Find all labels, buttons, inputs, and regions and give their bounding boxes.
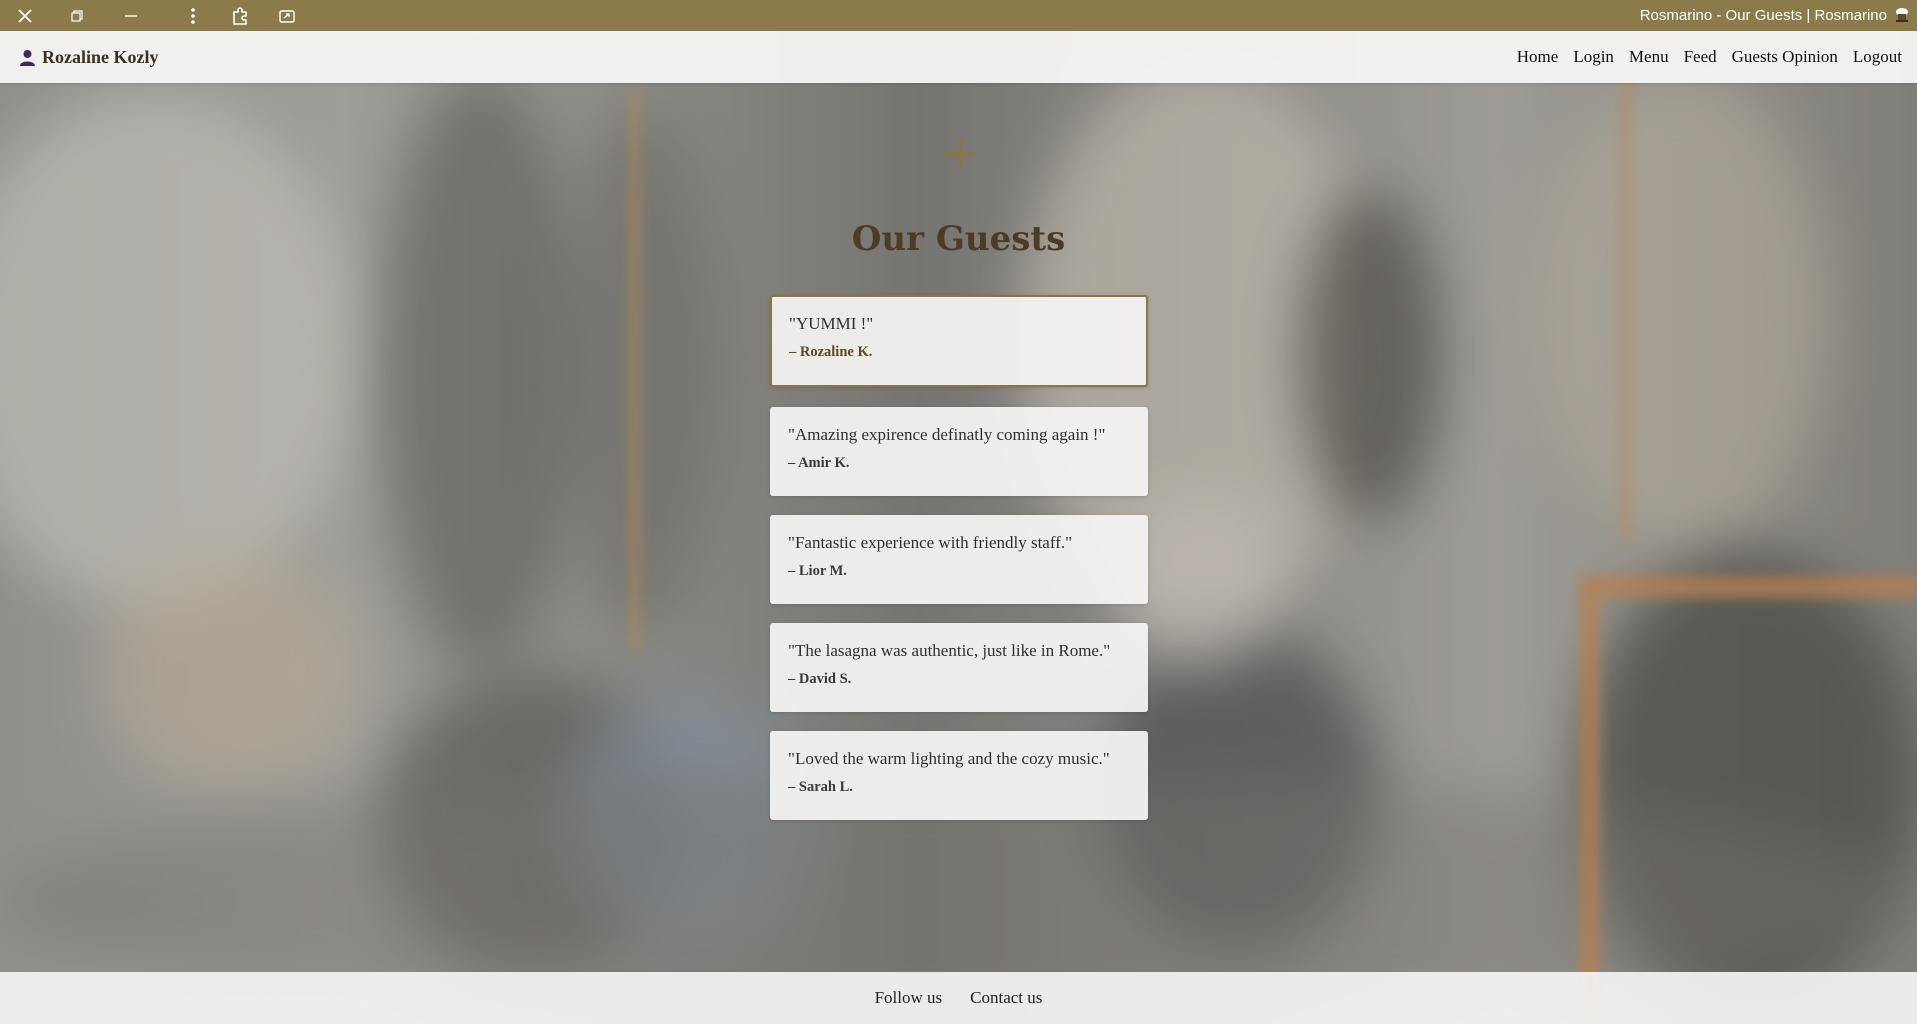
footer-follow-us[interactable]: Follow us (875, 988, 943, 1008)
review-quote: "Fantastic experience with friendly staf… (788, 533, 1073, 552)
review-quote: "The lasagna was authentic, just like in… (788, 641, 1111, 660)
page-title: Our Guests (851, 219, 1066, 259)
reviews-list: "YUMMI !" – Rozaline K. "Amazing expiren… (770, 295, 1148, 839)
footer-contact-us[interactable]: Contact us (970, 988, 1042, 1008)
cross-icon (945, 139, 975, 169)
nav-feed[interactable]: Feed (1684, 47, 1717, 67)
chef-hat-icon (1896, 8, 1908, 22)
nav-guests-opinion[interactable]: Guests Opinion (1732, 47, 1838, 67)
window-title: Rosmarino - Our Guests | Rosmarino (1639, 7, 1887, 24)
review-author: – Lior M. (788, 563, 847, 579)
user-name: Rozaline Kozly (42, 46, 159, 67)
footer: Follow us Contact us (0, 972, 1917, 1024)
review-quote: "Loved the warm lighting and the cozy mu… (788, 749, 1110, 768)
restore-icon[interactable] (60, 0, 94, 31)
review-quote: "Amazing expirence definatly coming agai… (788, 425, 1106, 444)
review-author: – Amir K. (788, 455, 850, 471)
review-quote: "YUMMI !" (789, 314, 874, 333)
review-author: – Sarah L. (788, 779, 853, 795)
review-card[interactable]: "Amazing expirence definatly coming agai… (770, 407, 1148, 496)
extensions-icon[interactable] (223, 0, 257, 31)
nav-home[interactable]: Home (1517, 47, 1559, 67)
review-author: – Rozaline K. (789, 344, 873, 360)
nav-logout[interactable]: Logout (1853, 47, 1902, 67)
review-card[interactable]: "The lasagna was authentic, just like in… (770, 623, 1148, 712)
review-author: – David S. (788, 671, 852, 687)
nav-login[interactable]: Login (1573, 47, 1614, 67)
user-icon (20, 49, 35, 66)
window-titlebar: Rosmarino - Our Guests | Rosmarino (0, 0, 1917, 31)
review-card[interactable]: "YUMMI !" – Rozaline K. (770, 295, 1148, 387)
more-icon[interactable] (176, 0, 210, 31)
user-profile[interactable]: Rozaline Kozly (20, 31, 158, 83)
nav-menu[interactable]: Menu (1629, 47, 1669, 67)
share-icon[interactable] (270, 0, 304, 31)
minimize-icon[interactable] (114, 0, 148, 31)
review-card[interactable]: "Loved the warm lighting and the cozy mu… (770, 731, 1148, 820)
nav-links: Home Login Menu Feed Guests Opinion Logo… (1517, 31, 1902, 83)
navbar: Rozaline Kozly Home Login Menu Feed Gues… (0, 31, 1917, 83)
close-icon[interactable] (8, 0, 42, 31)
review-card[interactable]: "Fantastic experience with friendly staf… (770, 515, 1148, 604)
